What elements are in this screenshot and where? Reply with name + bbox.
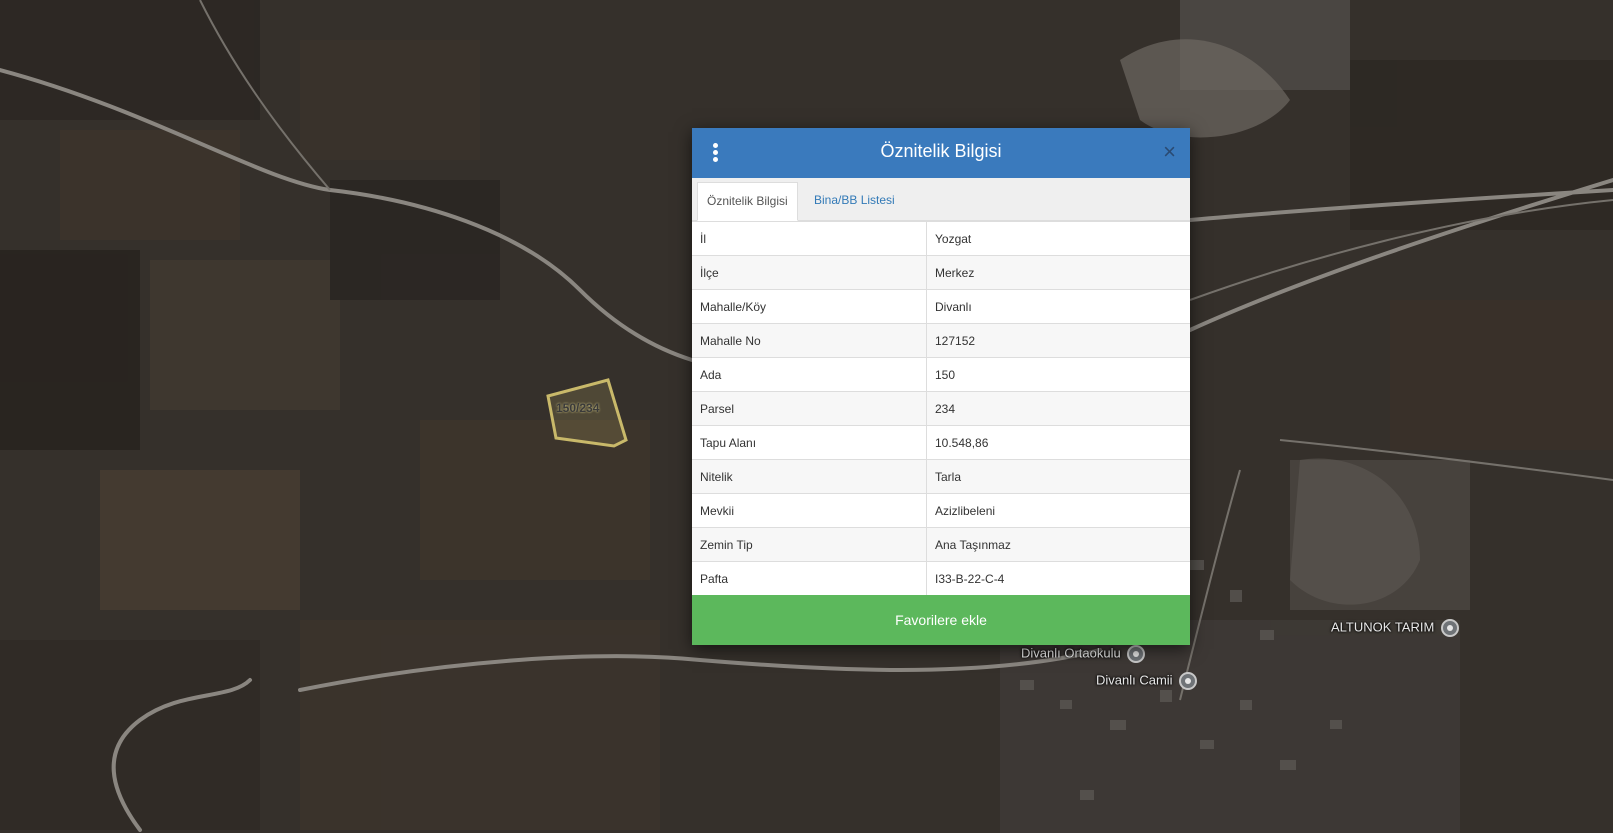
attribute-value: Yozgat [926,221,1190,256]
attribute-value: 127152 [926,323,1190,358]
table-row: Pafta I33-B-22-C-4 [692,561,1190,595]
poi-ortaokul[interactable]: Divanlı Ortaokulu [1021,645,1146,663]
attribute-value: I33-B-22-C-4 [926,561,1190,595]
attribute-key: İl [692,221,927,256]
table-row: İlçe Merkez [692,255,1190,290]
table-row: Mahalle/Köy Divanlı [692,289,1190,324]
attribute-key: Mahalle/Köy [692,289,927,324]
add-favorite-button[interactable]: Favorilere ekle [692,595,1190,645]
poi-altunok[interactable]: ALTUNOK TARIM [1331,619,1459,637]
attribute-key: Mahalle No [692,323,927,358]
attribute-key: İlçe [692,255,927,290]
attribute-table: İl Yozgat İlçe Merkez Mahalle/Köy Divanlı Maha… [692,221,1190,595]
attribute-value: 234 [926,391,1190,426]
table-row: Mevkii Azizlibeleni [692,493,1190,528]
table-row: Parsel 234 [692,391,1190,426]
tab-attribute-info[interactable]: Öznitelik Bilgisi [697,182,798,221]
modal-tabs: Öznitelik Bilgisi Bina/BB Listesi [692,178,1190,221]
parcel-label: 150/234 [556,401,600,415]
attribute-value: Merkez [926,255,1190,290]
modal-header: Öznitelik Bilgisi × [692,128,1190,178]
table-row: Zemin Tip Ana Taşınmaz [692,527,1190,562]
table-row: Tapu Alanı 10.548,86 [692,425,1190,460]
attribute-key: Mevkii [692,493,927,528]
attribute-key: Zemin Tip [692,527,927,562]
school-marker-icon [1127,645,1146,663]
table-row: İl Yozgat [692,221,1190,256]
table-row: Ada 150 [692,357,1190,392]
attribute-key: Nitelik [692,459,927,494]
poi-label: Divanlı Camii [1096,672,1173,688]
attribute-key: Ada [692,357,927,392]
modal-title: Öznitelik Bilgisi [880,141,1002,161]
attribute-value: Divanlı [926,289,1190,324]
attribute-value: 10.548,86 [926,425,1190,460]
attribute-value: Tarla [926,459,1190,494]
attribute-key: Parsel [692,391,927,426]
attribute-value: Azizlibeleni [926,493,1190,528]
close-icon[interactable]: × [1163,140,1176,164]
attribute-info-modal: Öznitelik Bilgisi × Öznitelik Bilgisi Bi… [692,128,1190,645]
table-row: Mahalle No 127152 [692,323,1190,358]
attribute-key: Pafta [692,561,927,595]
tab-building-list[interactable]: Bina/BB Listesi [805,182,904,219]
attribute-value: 150 [926,357,1190,392]
attribute-key: Tapu Alanı [692,425,927,460]
place-marker-icon [1440,619,1459,637]
mosque-marker-icon [1179,672,1198,690]
poi-label: ALTUNOK TARIM [1331,619,1435,635]
poi-label: Divanlı Ortaokulu [1021,645,1121,661]
poi-camii[interactable]: Divanlı Camii [1096,672,1198,690]
table-row: Nitelik Tarla [692,459,1190,494]
attribute-value: Ana Taşınmaz [926,527,1190,562]
